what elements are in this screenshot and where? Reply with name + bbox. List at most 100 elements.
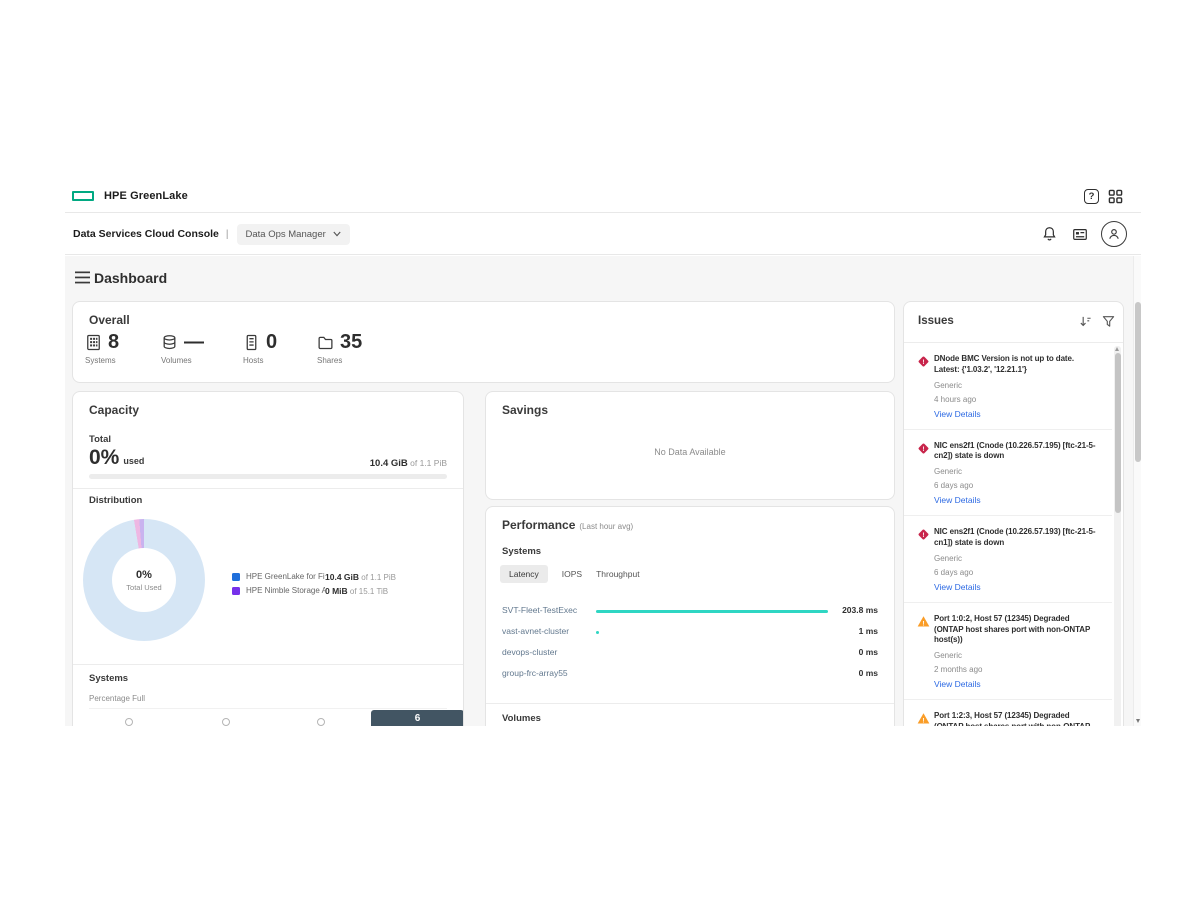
systems-label: Systems [85,356,119,365]
page-title: Dashboard [94,270,167,286]
latency-bar [596,610,828,613]
performance-systems-label: Systems [502,546,541,557]
shares-icon [317,334,334,351]
svg-text:!: ! [922,718,924,725]
tab-latency[interactable]: Latency [500,565,548,583]
issue-item: ! Port 1:0:2, Host 57 (12345) Degraded (… [904,603,1112,700]
issues-scrollbar[interactable] [1114,346,1121,726]
performance-row: SVT-Fleet-TestExec 203.8 ms [486,602,894,623]
tab-iops[interactable]: IOPS [562,565,582,583]
system-link[interactable]: vast-avnet-cluster [502,626,569,636]
legend-swatch-blue [232,573,240,581]
page-scrollbar[interactable] [1133,256,1141,726]
distribution-label: Distribution [89,495,142,506]
capacity-used-suffix: used [123,456,144,466]
critical-icon: ! [917,528,930,546]
console-name: Data Services Cloud Console [73,228,219,240]
percentage-full-label: Percentage Full [89,694,145,703]
separator: | [226,229,229,240]
volumes-icon [161,334,178,351]
volumes-count: — [184,332,204,352]
svg-text:!: ! [922,620,924,627]
chevron-down-icon [333,231,341,237]
sort-icon[interactable] [1079,315,1092,328]
latency-bar [596,631,599,634]
page-scrollbar-thumb[interactable] [1135,302,1141,462]
tab-throughput[interactable]: Throughput [596,565,639,583]
hamburger-menu-icon[interactable] [75,271,90,284]
user-avatar[interactable] [1101,221,1127,247]
system-link[interactable]: devops-cluster [502,647,557,657]
capacity-progress-bar [89,474,447,479]
warning-icon: ! [917,615,930,633]
scroll-up-arrow[interactable] [1115,347,1119,351]
stat-hosts: 0 Hosts [243,332,277,365]
volumes-label: Volumes [161,356,204,365]
donut-center-value: 0% [136,569,152,581]
capacity-card: Capacity Total 0% used 10.4 GiB of 1.1 P… [72,391,464,726]
savings-card: Savings No Data Available [485,391,895,500]
top-header: HPE GreenLake ? [65,180,1141,213]
hosts-label: Hosts [243,356,277,365]
distribution-legend: HPE GreenLake for File... 10.4 GiB of 1.… [232,572,396,600]
savings-title: Savings [502,403,548,417]
performance-subtitle: (Last hour avg) [579,522,633,531]
system-link[interactable]: group-frc-array55 [502,668,568,678]
performance-row: devops-cluster 0 ms [486,644,894,665]
sub-header: Data Services Cloud Console | Data Ops M… [65,214,1141,255]
distribution-donut-chart: 0% Total Used [83,519,205,641]
view-details-link[interactable]: View Details [934,582,1096,592]
issues-list: ! DNode BMC Version is not up to date. L… [904,343,1112,726]
overall-card: Overall 8 Systems [72,301,895,383]
svg-text:!: ! [922,446,924,453]
critical-icon: ! [917,355,930,373]
app-window: HPE GreenLake ? Data Services Cloud Cons… [65,180,1141,726]
histogram-zero-marker [125,718,133,726]
histogram-bar[interactable]: 6 [371,710,464,726]
performance-card: Performance (Last hour avg) Systems Late… [485,506,895,726]
notifications-bell-icon[interactable] [1042,226,1057,242]
view-details-link[interactable]: View Details [934,409,1096,419]
issues-title: Issues [918,315,954,327]
performance-row: group-frc-array55 0 ms [486,665,894,686]
issues-scrollbar-thumb[interactable] [1115,353,1121,513]
whats-new-icon[interactable] [1072,227,1088,242]
scroll-down-arrow[interactable] [1136,719,1140,723]
help-icon[interactable]: ? [1084,189,1099,204]
system-link[interactable]: SVT-Fleet-TestExec [502,605,577,615]
dashboard-main: Dashboard Overall [65,256,1141,726]
app-selector-label: Data Ops Manager [246,229,326,240]
performance-row: vast-avnet-cluster 1 ms [486,623,894,644]
critical-icon: ! [917,442,930,460]
capacity-systems-label: Systems [89,673,128,684]
person-icon [1107,227,1121,241]
shares-label: Shares [317,356,362,365]
capacity-percent: 0% [89,446,119,470]
performance-volumes-label: Volumes [502,713,541,724]
hpe-logo-icon [72,191,94,201]
capacity-total-label: Total [89,434,111,445]
capacity-used-value: 10.4 GiB of 1.1 PiB [370,458,447,469]
app-selector-dropdown[interactable]: Data Ops Manager [237,224,350,245]
histogram-zero-marker [222,718,230,726]
stat-volumes: — Volumes [161,332,204,365]
systems-count: 8 [108,332,119,352]
histogram-zero-marker [317,718,325,726]
warning-icon: ! [917,712,930,726]
performance-tabs: Latency IOPS Throughput [500,565,640,583]
legend-item: HPE GreenLake for File... 10.4 GiB of 1.… [232,572,396,582]
legend-item: HPE Nimble Storage Al... 0 MiB of 15.1 T… [232,586,396,596]
view-details-link[interactable]: View Details [934,679,1096,689]
svg-text:!: ! [922,359,924,366]
page-canvas: HPE GreenLake ? Data Services Cloud Cons… [0,0,1200,900]
view-details-link[interactable]: View Details [934,495,1096,505]
issue-item: ! NIC ens2f1 (Cnode (10.226.57.193) [ftc… [904,516,1112,603]
performance-title: Performance [502,518,575,532]
systems-icon [85,334,102,351]
issues-card: Issues [903,301,1124,726]
apps-grid-icon[interactable] [1108,189,1123,204]
filter-icon[interactable] [1102,315,1115,328]
capacity-title: Capacity [89,403,139,417]
issue-item: ! Port 1:2:3, Host 57 (12345) Degraded (… [904,700,1112,726]
savings-empty-text: No Data Available [486,447,894,457]
